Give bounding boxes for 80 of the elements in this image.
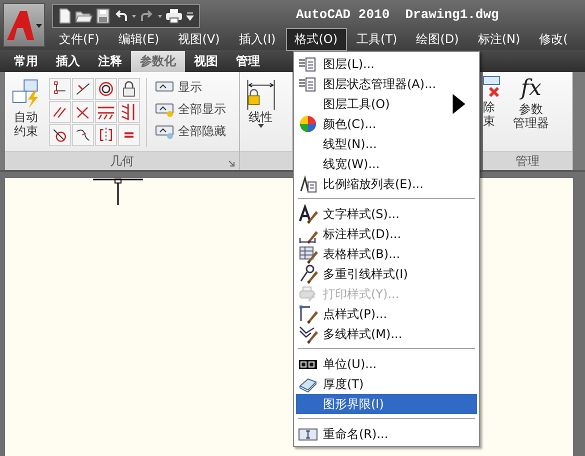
linear-dimension-icon <box>246 78 276 110</box>
delete-icon <box>483 76 502 100</box>
menu-item[interactable]: 单位(U)... <box>296 354 477 374</box>
menu-item[interactable]: 格式(O) <box>286 28 347 50</box>
menu-item[interactable]: 编辑(E) <box>109 28 168 50</box>
menu-item[interactable]: 比例缩放列表(E)... <box>296 174 477 194</box>
redo-icon[interactable] <box>139 8 155 24</box>
menu-item[interactable]: 多线样式(M)... <box>296 324 477 344</box>
constraint-button[interactable] <box>118 101 140 123</box>
constraint-button[interactable] <box>72 101 94 123</box>
panel-title: 几何 <box>110 152 134 170</box>
window-title: AutoCAD 2010 Drawing1.dwg <box>296 6 499 22</box>
ribbon-tab[interactable]: 管理 <box>227 51 269 72</box>
concentric-icon <box>97 80 115 98</box>
ribbon-tab[interactable]: 常用 <box>5 51 47 72</box>
menu-item[interactable]: 图形界限(I) <box>296 394 477 414</box>
auto-constrain-button[interactable]: 自动 约束 <box>9 78 43 138</box>
caret-icon <box>258 124 264 128</box>
menu-item[interactable]: 点样式(P)... <box>296 304 477 324</box>
menu-item[interactable]: 线型(N)... <box>296 134 477 154</box>
constraint-button[interactable] <box>49 124 71 146</box>
constraint-button[interactable] <box>72 78 94 100</box>
constraint-button[interactable] <box>118 124 140 146</box>
new-file-icon[interactable] <box>57 8 73 24</box>
symmetric-icon <box>97 126 115 144</box>
menu-item[interactable]: 颜色(C)... <box>296 114 477 134</box>
table-style-icon <box>298 244 318 264</box>
display-button[interactable]: 显示 <box>153 78 228 97</box>
menu-item[interactable]: 线宽(W)... <box>296 154 477 174</box>
cursor-drawing <box>92 178 144 208</box>
menu-item[interactable]: 表格样式(B)... <box>296 244 477 264</box>
panel-title: 管理 <box>516 152 540 170</box>
constraint-bar-icon <box>155 124 175 140</box>
multiline-style-icon <box>298 324 318 344</box>
printer-icon <box>298 284 318 304</box>
ribbon-tab[interactable]: 视图 <box>185 51 227 72</box>
scale-list-icon <box>298 174 318 194</box>
constraint-button[interactable] <box>95 124 117 146</box>
leader-style-icon <box>298 264 318 284</box>
constraint-button[interactable] <box>118 78 140 100</box>
linear-dimension-button[interactable]: 线性 <box>244 78 278 128</box>
app-logo-icon <box>5 8 43 42</box>
color-wheel-icon <box>298 114 318 134</box>
app-menu-button[interactable] <box>3 3 45 47</box>
text-style-icon <box>298 204 318 224</box>
display-button[interactable]: 全部显示 <box>153 100 228 119</box>
menu-item[interactable]: 绘图(D) <box>407 28 468 50</box>
display-button[interactable]: 全部隐藏 <box>153 122 228 141</box>
panel-launcher-icon[interactable] <box>228 160 235 167</box>
menu-item[interactable]: 重命名(R)... <box>296 424 477 444</box>
menu-item[interactable]: 多重引线样式(I) <box>296 264 477 284</box>
menu-item[interactable]: 文件(F) <box>50 28 108 50</box>
menu-item[interactable]: 插入(I) <box>230 28 285 50</box>
menu-item[interactable]: 视图(V) <box>169 28 229 50</box>
menu-item[interactable]: 文字样式(S)... <box>296 204 477 224</box>
menu-item[interactable]: 工具(T) <box>348 28 406 50</box>
constraint-button[interactable] <box>49 101 71 123</box>
ribbon-tab[interactable]: 注释 <box>89 51 131 72</box>
ribbon-tab[interactable]: 参数化 <box>131 51 185 72</box>
lock-icon <box>120 80 138 98</box>
constraint-button[interactable] <box>72 124 94 146</box>
delete-constraints-button[interactable]: 除 束 <box>483 76 502 128</box>
constraint-bar-icon <box>155 102 175 118</box>
constraint-button[interactable] <box>95 78 117 100</box>
menu-item[interactable]: 厚度(T) <box>296 374 477 394</box>
menu-item[interactable]: 图层(L)... <box>296 54 477 74</box>
menu-item[interactable]: 图层工具(O) <box>296 94 477 114</box>
parameters-manager-button[interactable]: fx 参数 管理器 <box>511 76 552 130</box>
print-icon[interactable] <box>165 8 183 24</box>
ribbon-tab[interactable]: 插入 <box>47 51 89 72</box>
menu-item[interactable]: 标注(N) <box>468 28 530 50</box>
save-icon[interactable] <box>95 8 111 24</box>
constraint-button[interactable] <box>95 101 117 123</box>
point-style-icon <box>298 304 318 324</box>
menu-item[interactable]: 标注样式(D)... <box>296 224 477 244</box>
undo-icon[interactable] <box>113 8 129 24</box>
menu-item[interactable]: 修改( <box>530 28 577 50</box>
menu-item[interactable]: 图层状态管理器(A)... <box>296 74 477 94</box>
constraint-button[interactable] <box>49 78 71 100</box>
auto-constrain-icon <box>11 78 41 110</box>
